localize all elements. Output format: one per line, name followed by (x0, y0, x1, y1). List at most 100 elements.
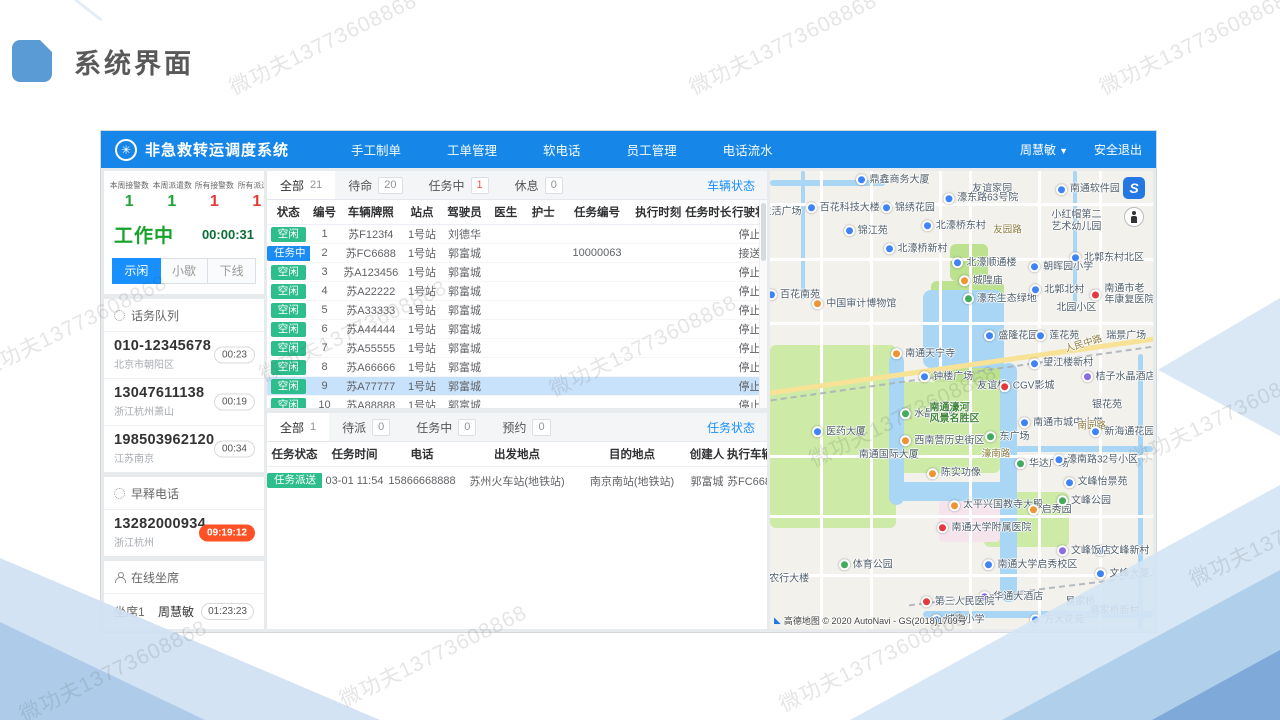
app-logo-icon: ✳ (115, 139, 137, 161)
vehicle-row[interactable]: 空闲4苏A222221号站郭富城停止 (267, 282, 767, 301)
phone-item[interactable]: 198503962120江苏南京00:34 (104, 426, 264, 472)
cell: 1号站 (402, 283, 442, 299)
map-poi-label: 盛隆花园 (984, 330, 1038, 342)
phone-item[interactable]: 13282000934浙江杭州09:19:12 (104, 510, 264, 556)
vehicle-scrollbar[interactable] (759, 200, 767, 408)
vehicle-row[interactable]: 空闲1苏F123f41号站刘德华停止 (267, 225, 767, 244)
poi-icon (856, 175, 867, 186)
current-call-card: 早释电话 13282000934浙江杭州09:19:12 (104, 477, 264, 556)
menu-item[interactable]: 电话流水 (723, 140, 773, 159)
vehicle-row[interactable]: 空闲7苏A555551号站郭富城停止 (267, 339, 767, 358)
cell: 苏A77777 (340, 378, 403, 394)
map-poi-label: 文峰饭店 (1057, 545, 1111, 557)
vehicle-status-badge: 任务中 (267, 246, 310, 261)
cell: 苏FC6688 (340, 245, 403, 261)
main-menu: 手工制单 工单管理 软电话 员工管理 电话流水 (351, 140, 773, 159)
poi-icon (1019, 417, 1030, 428)
tab-任务中[interactable]: 任务中0 (403, 413, 489, 441)
tab-全部[interactable]: 全部21 (267, 171, 335, 199)
map-poi-label: 南通大学附属医院 (937, 522, 1031, 534)
cell: 5 (310, 304, 340, 316)
map-poi-label: 北濠桥新村 (884, 243, 948, 255)
vehicle-row[interactable]: 空闲8苏A666661号站郭富城停止 (267, 358, 767, 377)
map-labels: 鼎鑫商务大厦友谊家园南通软件园百花科技大楼濠东路63号院锦绣花园小红帽第二艺术幼… (770, 171, 1153, 629)
vehicle-status-badge: 空闲 (271, 398, 306, 409)
state-button[interactable]: 示闲 (112, 258, 161, 284)
vehicle-row[interactable]: 任务中2苏FC66881号站郭富城10000063接送 (267, 244, 767, 263)
poi-icon (963, 294, 974, 305)
poi-icon (770, 289, 777, 300)
poi-icon (891, 349, 902, 360)
menu-item[interactable]: 手工制单 (351, 140, 401, 159)
vehicle-row[interactable]: 空闲10苏A888881号站郭富城停止 (267, 396, 767, 408)
column-header: 出发地点 (457, 446, 577, 462)
agent-row[interactable]: 坐席1周慧敏01:23:23 (104, 594, 264, 629)
amap-logo-icon[interactable]: S (1123, 177, 1145, 199)
cell: 郭富城 (442, 283, 487, 299)
tab-任务中[interactable]: 任务中1 (416, 171, 502, 199)
tab-count: 20 (378, 177, 402, 194)
cell: 1 (310, 228, 340, 240)
cell: 2 (310, 247, 340, 259)
spinner-icon (114, 310, 125, 321)
cell: 9 (310, 380, 340, 392)
state-button[interactable]: 下线 (208, 258, 256, 284)
tab-label: 待派 (342, 419, 366, 436)
state-button[interactable]: 小歇 (161, 258, 209, 284)
work-timer: 00:00:31 (202, 227, 254, 242)
poi-icon (985, 431, 996, 442)
vehicle-row[interactable]: 空闲5苏A333331号站郭富城停止 (267, 301, 767, 320)
column-header: 驾驶员 (442, 204, 487, 220)
cell: 苏A44444 (340, 321, 403, 337)
vehicle-row[interactable]: 空闲9苏A777771号站郭富城停止 (267, 377, 767, 396)
map-poi-label: 钟楼广场 (919, 371, 973, 383)
tab-count: 1 (471, 177, 489, 194)
menu-item[interactable]: 软电话 (543, 140, 581, 159)
tab-label: 任务中 (416, 419, 452, 436)
map-poi-label: 朝晖园小学 (1029, 261, 1093, 273)
phone-item[interactable]: 13047611138浙江杭州萧山00:19 (104, 379, 264, 426)
cell: 郭富城 (442, 359, 487, 375)
cell: 8 (310, 361, 340, 373)
amap-mini-logo-icon: ◣ (774, 615, 781, 626)
tab-label: 全部 (280, 177, 304, 194)
user-menu[interactable]: 周慧敏▼ (1020, 141, 1068, 158)
cell: 苏FC6688 (727, 473, 767, 489)
tab-全部[interactable]: 全部1 (267, 413, 329, 441)
streetview-pegman-icon[interactable] (1124, 207, 1144, 227)
task-row[interactable]: 任务派送03-01 11:5415866668888苏州火车站(地铁站)南京南站… (267, 467, 767, 494)
task-status-link[interactable]: 任务状态 (707, 419, 767, 436)
map[interactable]: 鼎鑫商务大厦友谊家园南通软件园百花科技大楼濠东路63号院锦绣花园小红帽第二艺术幼… (770, 171, 1153, 629)
stat-value: 1 (193, 193, 236, 211)
app-window: ✳ 非急救转运调度系统 手工制单工单管理软电话员工管理电话流水 周慧敏▼ 安全退… (100, 130, 1157, 633)
cell: 郭富城 (442, 397, 487, 408)
logout-link[interactable]: 安全退出 (1094, 141, 1142, 158)
poi-icon (959, 275, 970, 286)
cell: 1号站 (402, 245, 442, 261)
vehicle-status-link[interactable]: 车辆状态 (707, 177, 767, 194)
cell: 苏A123456 (340, 264, 403, 280)
menu-item[interactable]: 员工管理 (627, 140, 677, 159)
current-call-list: 13282000934浙江杭州09:19:12 (104, 510, 264, 556)
stat-value: 1 (236, 193, 264, 211)
vehicle-row[interactable]: 空闲3苏A1234561号站郭富城停止 (267, 263, 767, 282)
poi-icon (919, 372, 930, 383)
map-poi-label: 南通国际大厦 (859, 449, 919, 461)
tab-预约[interactable]: 预约0 (489, 413, 563, 441)
poi-icon (949, 500, 960, 511)
vehicle-row[interactable]: 空闲6苏A444441号站郭富城停止 (267, 320, 767, 339)
tab-待派[interactable]: 待派0 (329, 413, 403, 441)
tab-待命[interactable]: 待命20 (335, 171, 415, 199)
task-table-body: 任务派送03-01 11:5415866668888苏州火车站(地铁站)南京南站… (267, 467, 767, 494)
current-call-title: 早释电话 (131, 485, 179, 502)
tab-休息[interactable]: 休息0 (502, 171, 576, 199)
menu-item[interactable]: 工单管理 (447, 140, 497, 159)
map-poi-label: 濠东路63号院 (943, 193, 1018, 205)
map-poi-label: 城隍庙 (959, 275, 1003, 287)
poi-icon (1090, 289, 1101, 300)
poi-icon (1095, 569, 1106, 580)
poi-icon (1029, 262, 1040, 273)
phone-item[interactable]: 010-12345678北京市朝阳区00:23 (104, 332, 264, 379)
navbar: ✳ 非急救转运调度系统 手工制单工单管理软电话员工管理电话流水 周慧敏▼ 安全退… (101, 131, 1156, 168)
poi-icon (1057, 495, 1068, 506)
